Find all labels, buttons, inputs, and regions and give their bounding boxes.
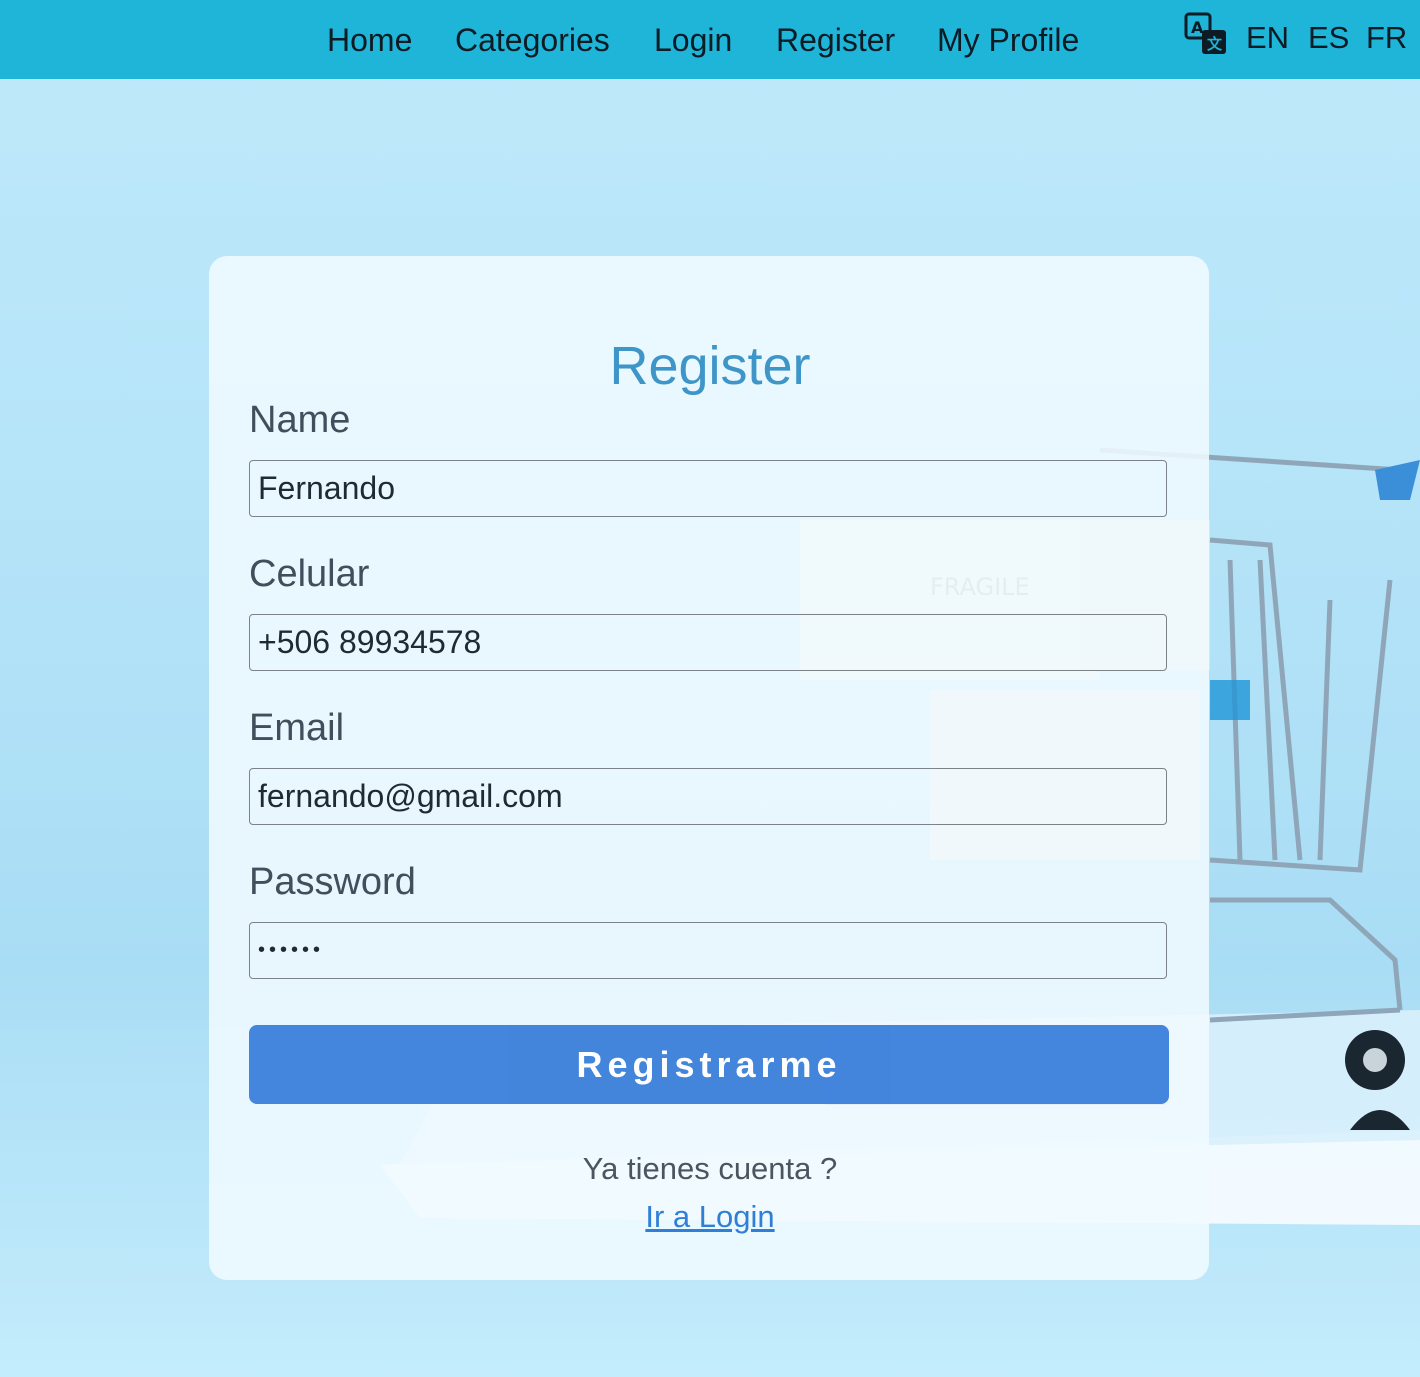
go-to-login-link[interactable]: Ir a Login bbox=[645, 1199, 774, 1234]
name-input[interactable] bbox=[249, 460, 1167, 517]
translate-icon[interactable]: A 文 bbox=[1184, 12, 1228, 56]
nav-link-my-profile[interactable]: My Profile bbox=[937, 20, 1079, 60]
nav-link-register[interactable]: Register bbox=[776, 20, 895, 60]
name-label: Name bbox=[249, 399, 351, 441]
celular-label: Celular bbox=[249, 553, 370, 595]
nav-link-login[interactable]: Login bbox=[654, 20, 732, 60]
nav-link-categories[interactable]: Categories bbox=[455, 20, 610, 60]
password-input[interactable] bbox=[249, 922, 1167, 979]
register-submit-button[interactable]: Registrarme bbox=[249, 1025, 1169, 1104]
top-navbar: Home Categories Login Register My Profil… bbox=[0, 0, 1420, 79]
register-page: FRAGILE Home Categories Login Register M… bbox=[0, 0, 1420, 1377]
email-label: Email bbox=[249, 707, 345, 749]
login-link-wrapper: Ir a Login bbox=[0, 1198, 1420, 1236]
language-fr-button[interactable]: FR bbox=[1366, 18, 1407, 58]
page-title: Register bbox=[609, 336, 811, 397]
language-es-button[interactable]: ES bbox=[1308, 18, 1349, 58]
celular-input[interactable] bbox=[249, 614, 1167, 671]
nav-link-home[interactable]: Home bbox=[327, 20, 412, 60]
email-input[interactable] bbox=[249, 768, 1167, 825]
password-label: Password bbox=[249, 861, 416, 903]
has-account-text: Ya tienes cuenta ? bbox=[582, 1151, 838, 1186]
language-en-button[interactable]: EN bbox=[1246, 18, 1289, 58]
svg-text:文: 文 bbox=[1207, 35, 1223, 53]
